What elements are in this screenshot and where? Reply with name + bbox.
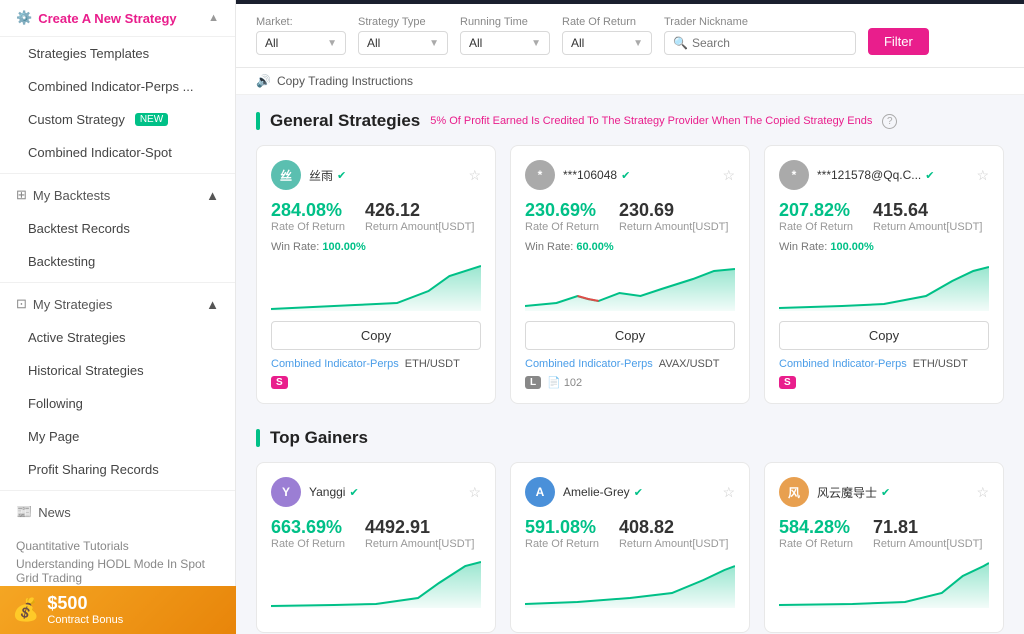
- general-strategies-grid: 丝 丝雨 ✔ ☆ 284.08% Rate Of Return 426.12: [256, 145, 1004, 404]
- my-backtests-section[interactable]: ⊞ My Backtests ▲: [0, 178, 235, 212]
- star-icon[interactable]: ☆: [976, 167, 989, 184]
- chevron-down-icon: ▼: [633, 38, 643, 49]
- top-gainer-card: 风 风云魔导士 ✔ ☆ 584.28% Rate Of Return 71.: [764, 462, 1004, 633]
- star-icon[interactable]: ☆: [976, 484, 989, 501]
- pair-badge: L: [525, 376, 541, 389]
- market-select[interactable]: All ▼: [256, 31, 346, 55]
- strategy-icon: ⚙️: [16, 10, 32, 26]
- strategy-tag[interactable]: Combined Indicator-Perps: [779, 358, 907, 370]
- verified-icon: ✔: [925, 169, 934, 182]
- backtests-icon: ⊞: [16, 187, 27, 203]
- main-content: Market: All ▼ Strategy Type All ▼ Runnin…: [236, 0, 1024, 634]
- top-gainers-header: Top Gainers: [256, 428, 1004, 448]
- sidebar-item-combined-indicator-spot[interactable]: Combined Indicator-Spot: [0, 136, 235, 169]
- copy-button[interactable]: Copy: [525, 321, 735, 350]
- top-gainer-card: Y Yanggi ✔ ☆ 663.69% Rate Of Return 44: [256, 462, 496, 633]
- rate-of-return-select[interactable]: All ▼: [562, 31, 652, 55]
- content-area: General Strategies 5% Of Profit Earned I…: [236, 95, 1024, 634]
- sidebar-item-my-page[interactable]: My Page: [0, 420, 235, 453]
- top-gainer-card: A Amelie-Grey ✔ ☆ 591.08% Rate Of Return: [510, 462, 750, 633]
- strategy-type-select[interactable]: All ▼: [358, 31, 448, 55]
- avatar: *: [779, 160, 809, 190]
- chevron-down-icon: ▼: [531, 38, 541, 49]
- filter-button[interactable]: Filter: [868, 28, 929, 55]
- pair-label: ETH/USDT: [405, 358, 460, 370]
- avatar: 风: [779, 477, 809, 507]
- verified-icon: ✔: [349, 486, 358, 499]
- sidebar-item-historical-strategies[interactable]: Historical Strategies: [0, 354, 235, 387]
- help-icon[interactable]: ?: [882, 114, 897, 129]
- divider: [0, 173, 235, 174]
- verified-icon: ✔: [621, 169, 630, 182]
- news-section[interactable]: 📰 News: [0, 495, 235, 529]
- strategy-card: * ***106048 ✔ ☆ 230.69% Rate Of Return: [510, 145, 750, 404]
- bottom-link-hodl[interactable]: Understanding HODL Mode In Spot Grid Tra…: [16, 555, 219, 587]
- running-time-filter: Running Time All ▼: [460, 16, 550, 55]
- star-icon[interactable]: ☆: [722, 484, 735, 501]
- sidebar-item-custom-strategy[interactable]: Custom Strategy NEW: [0, 103, 235, 136]
- pair-badge: S: [779, 376, 796, 389]
- create-strategy-button[interactable]: ⚙️ Create A New Strategy ▲: [0, 0, 235, 37]
- general-strategies-header: General Strategies 5% Of Profit Earned I…: [256, 111, 1004, 131]
- section-bar: [256, 429, 260, 447]
- search-icon: 🔍: [673, 36, 688, 50]
- strategy-card: * ***121578@Qq.C... ✔ ☆ 207.82% Rate Of …: [764, 145, 1004, 404]
- filters-bar: Market: All ▼ Strategy Type All ▼ Runnin…: [236, 4, 1024, 68]
- promo-icon: 💰: [12, 597, 39, 623]
- section-bar: [256, 112, 260, 130]
- avatar: *: [525, 160, 555, 190]
- market-filter: Market: All ▼: [256, 16, 346, 55]
- chevron-down-icon: ▼: [429, 38, 439, 49]
- pair-badge: S: [271, 376, 288, 389]
- copy-icon: 🔊: [256, 74, 271, 88]
- new-badge: NEW: [135, 113, 168, 126]
- copy-instructions-bar[interactable]: 🔊 Copy Trading Instructions: [236, 68, 1024, 95]
- sidebar-item-following[interactable]: Following: [0, 387, 235, 420]
- strategy-type-filter: Strategy Type All ▼: [358, 16, 448, 55]
- star-icon[interactable]: ☆: [468, 167, 481, 184]
- top-gainers-grid: Y Yanggi ✔ ☆ 663.69% Rate Of Return 44: [256, 462, 1004, 633]
- copy-button[interactable]: Copy: [271, 321, 481, 350]
- copy-button[interactable]: Copy: [779, 321, 989, 350]
- divider: [0, 490, 235, 491]
- trader-nickname-filter: Trader Nickname 🔍: [664, 16, 856, 55]
- strategy-tag[interactable]: Combined Indicator-Perps: [271, 358, 399, 370]
- sidebar-item-profit-sharing-records[interactable]: Profit Sharing Records: [0, 453, 235, 486]
- pair-label: AVAX/USDT: [659, 358, 720, 370]
- bottom-link-quantitative[interactable]: Quantitative Tutorials: [16, 537, 219, 555]
- search-input[interactable]: [692, 36, 847, 50]
- rate-of-return-filter: Rate Of Return All ▼: [562, 16, 652, 55]
- promo-bar[interactable]: 💰 $500 Contract Bonus: [0, 586, 236, 634]
- star-icon[interactable]: ☆: [468, 484, 481, 501]
- avatar: A: [525, 477, 555, 507]
- pair-label: ETH/USDT: [913, 358, 968, 370]
- sidebar-item-backtesting[interactable]: Backtesting: [0, 245, 235, 278]
- star-icon[interactable]: ☆: [722, 167, 735, 184]
- chevron-up-icon: ▲: [208, 12, 219, 24]
- sidebar: ⚙️ Create A New Strategy ▲ Strategies Te…: [0, 0, 236, 634]
- my-strategies-section[interactable]: ⊡ My Strategies ▲: [0, 287, 235, 321]
- sidebar-item-strategies-templates[interactable]: Strategies Templates: [0, 37, 235, 70]
- avatar: 丝: [271, 160, 301, 190]
- sidebar-item-backtest-records[interactable]: Backtest Records: [0, 212, 235, 245]
- avatar: Y: [271, 477, 301, 507]
- strategy-tag[interactable]: Combined Indicator-Perps: [525, 358, 653, 370]
- news-icon: 📰: [16, 504, 32, 520]
- sidebar-item-active-strategies[interactable]: Active Strategies: [0, 321, 235, 354]
- verified-icon: ✔: [337, 169, 346, 182]
- chevron-up-icon: ▲: [206, 297, 219, 312]
- running-time-select[interactable]: All ▼: [460, 31, 550, 55]
- verified-icon: ✔: [634, 486, 643, 499]
- divider: [0, 282, 235, 283]
- copy-count: 📄 102: [547, 376, 582, 389]
- strategies-icon: ⊡: [16, 296, 27, 312]
- sidebar-item-combined-indicator-perps[interactable]: Combined Indicator-Perps ...: [0, 70, 235, 103]
- chevron-up-icon: ▲: [206, 188, 219, 203]
- search-box[interactable]: 🔍: [664, 31, 856, 55]
- verified-icon: ✔: [881, 486, 890, 499]
- strategy-card: 丝 丝雨 ✔ ☆ 284.08% Rate Of Return 426.12: [256, 145, 496, 404]
- chevron-down-icon: ▼: [327, 38, 337, 49]
